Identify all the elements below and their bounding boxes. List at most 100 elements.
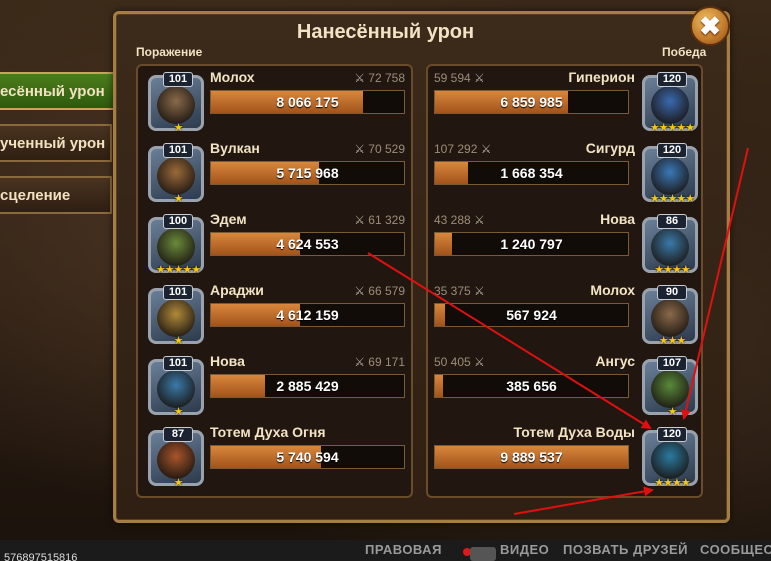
- hero-level-badge: 101: [163, 143, 193, 158]
- hero-portrait: 90 ★★★: [642, 285, 698, 347]
- hero-row[interactable]: 120 ★★★★★ Гиперион 59 594 ⚔ 6 859 985: [430, 69, 707, 140]
- damage-value: 6 859 985: [500, 94, 563, 110]
- hero-stars-icon: ★: [173, 477, 184, 489]
- hero-name: Молох: [590, 282, 635, 298]
- hero-power-value: 66 579: [368, 284, 405, 298]
- hero-portrait: 101 ★: [148, 285, 204, 347]
- hero-power-stat: 43 288 ⚔: [434, 213, 485, 227]
- close-button[interactable]: ✖: [690, 6, 730, 46]
- hero-avatar: [651, 86, 689, 124]
- hero-stars-icon: ★: [173, 406, 184, 418]
- hero-name: Тотем Духа Огня: [210, 424, 326, 440]
- hero-level-badge: 107: [657, 356, 687, 371]
- damage-value: 1 240 797: [500, 236, 563, 252]
- hero-name: Молох: [210, 69, 255, 85]
- hero-power-value: 72 758: [368, 71, 405, 85]
- hero-power-value: 35 375: [434, 284, 471, 298]
- tab-damage-dealt[interactable]: есённый урон: [0, 72, 118, 110]
- user-id: 576897515816: [4, 552, 78, 561]
- hero-stars-icon: ★★★★★: [649, 193, 695, 205]
- hero-power-stat: ⚔ 72 758: [354, 71, 405, 85]
- damage-bar: 1 668 354: [434, 161, 629, 185]
- hero-portrait: 86 ★★★★: [642, 214, 698, 276]
- damage-value: 4 612 159: [276, 307, 339, 323]
- crossed-swords-icon: ⚔: [480, 142, 492, 156]
- community-link[interactable]: СООБЩЕСТВ: [700, 542, 771, 557]
- hero-power-value: 50 405: [434, 355, 471, 369]
- hero-row[interactable]: 101 ★ Араджи ⚔ 66 579 4 612 159: [140, 282, 417, 353]
- hero-power-value: 107 292: [434, 142, 478, 156]
- hero-portrait: 87 ★: [148, 427, 204, 489]
- hero-stars-icon: ★: [173, 335, 184, 347]
- crossed-swords-icon: ⚔: [474, 213, 485, 227]
- damage-bar: 5 740 594: [210, 445, 405, 469]
- damage-value: 2 885 429: [276, 378, 339, 394]
- hero-power-stat: 35 375 ⚔: [434, 284, 485, 298]
- hero-avatar: [157, 157, 195, 195]
- hero-level-badge: 87: [163, 427, 193, 442]
- hero-power-stat: 107 292 ⚔: [434, 142, 492, 156]
- hero-portrait: 120 ★★★★★: [642, 143, 698, 205]
- hero-portrait: 101 ★: [148, 72, 204, 134]
- hero-power-stat: 59 594 ⚔: [434, 71, 485, 85]
- hero-row[interactable]: 101 ★ Нова ⚔ 69 171 2 885 429: [140, 353, 417, 424]
- hero-avatar: [157, 86, 195, 124]
- tab-label: ученный урон: [0, 134, 106, 152]
- crossed-swords-icon: ⚔: [474, 71, 485, 85]
- hero-power-stat: ⚔ 69 171: [354, 355, 405, 369]
- crossed-swords-icon: ⚔: [354, 213, 365, 227]
- hero-power-value: 69 171: [368, 355, 405, 369]
- hero-avatar: [651, 157, 689, 195]
- hero-avatar: [651, 299, 689, 337]
- legal-link[interactable]: ПРАВОВАЯ: [365, 542, 442, 557]
- hero-power-value: 59 594: [434, 71, 471, 85]
- tab-damage-received[interactable]: ученный урон: [0, 124, 112, 162]
- crossed-swords-icon: ⚔: [354, 142, 365, 156]
- damage-bar: 2 885 429: [210, 374, 405, 398]
- hero-row[interactable]: 120 ★★★★★ Сигурд 107 292 ⚔ 1 668 354: [430, 140, 707, 211]
- invite-friends-link[interactable]: ПОЗВАТЬ ДРУЗЕЙ: [563, 542, 688, 557]
- hero-portrait: 101 ★: [148, 143, 204, 205]
- hero-row[interactable]: 101 ★ Молох ⚔ 72 758 8 066 175: [140, 69, 417, 140]
- hero-avatar: [157, 370, 195, 408]
- hero-name: Сигурд: [585, 140, 635, 156]
- hero-row[interactable]: 101 ★ Вулкан ⚔ 70 529 5 715 968: [140, 140, 417, 211]
- hero-row[interactable]: 86 ★★★★ Нова 43 288 ⚔ 1 240 797: [430, 211, 707, 282]
- damage-bar: 9 889 537: [434, 445, 629, 469]
- hero-stars-icon: ★★★★: [654, 477, 690, 489]
- hero-level-badge: 101: [163, 285, 193, 300]
- damage-bar: 567 924: [434, 303, 629, 327]
- hero-portrait: 107 ★: [642, 356, 698, 418]
- hero-power-stat: ⚔ 61 329: [354, 213, 405, 227]
- hero-row[interactable]: 120 ★★★★ Тотем Духа Воды 9 889 537: [430, 424, 707, 495]
- hero-portrait: 120 ★★★★★: [642, 72, 698, 134]
- damage-value: 4 624 553: [276, 236, 339, 252]
- hero-stars-icon: ★: [667, 406, 678, 418]
- hero-portrait: 101 ★: [148, 356, 204, 418]
- tab-healing[interactable]: сцеление: [0, 176, 112, 214]
- hero-name: Гиперион: [568, 69, 635, 85]
- hero-stars-icon: ★★★★: [654, 264, 690, 276]
- hero-stars-icon: ★★★★★: [155, 264, 201, 276]
- hero-name: Ангус: [595, 353, 635, 369]
- video-icon: [470, 547, 496, 561]
- hero-avatar: [157, 299, 195, 337]
- hero-level-badge: 101: [163, 356, 193, 371]
- hero-stars-icon: ★★★★★: [649, 122, 695, 134]
- hero-level-badge: 120: [657, 72, 687, 87]
- hero-row[interactable]: 87 ★ Тотем Духа Огня 5 740 594: [140, 424, 417, 495]
- hero-name: Эдем: [210, 211, 247, 227]
- hero-avatar: [651, 441, 689, 479]
- crossed-swords-icon: ⚔: [474, 284, 485, 298]
- hero-name: Вулкан: [210, 140, 260, 156]
- hero-row[interactable]: 100 ★★★★★ Эдем ⚔ 61 329 4 624 553: [140, 211, 417, 282]
- damage-bar: 4 624 553: [210, 232, 405, 256]
- hero-row[interactable]: 107 ★ Ангус 50 405 ⚔ 385 656: [430, 353, 707, 424]
- damage-bar: 5 715 968: [210, 161, 405, 185]
- hero-level-badge: 120: [657, 427, 687, 442]
- video-link[interactable]: ВИДЕО: [500, 542, 549, 557]
- hero-row[interactable]: 90 ★★★ Молох 35 375 ⚔ 567 924: [430, 282, 707, 353]
- hero-level-badge: 86: [657, 214, 687, 229]
- crossed-swords-icon: ⚔: [354, 284, 365, 298]
- hero-name: Тотем Духа Воды: [513, 424, 635, 440]
